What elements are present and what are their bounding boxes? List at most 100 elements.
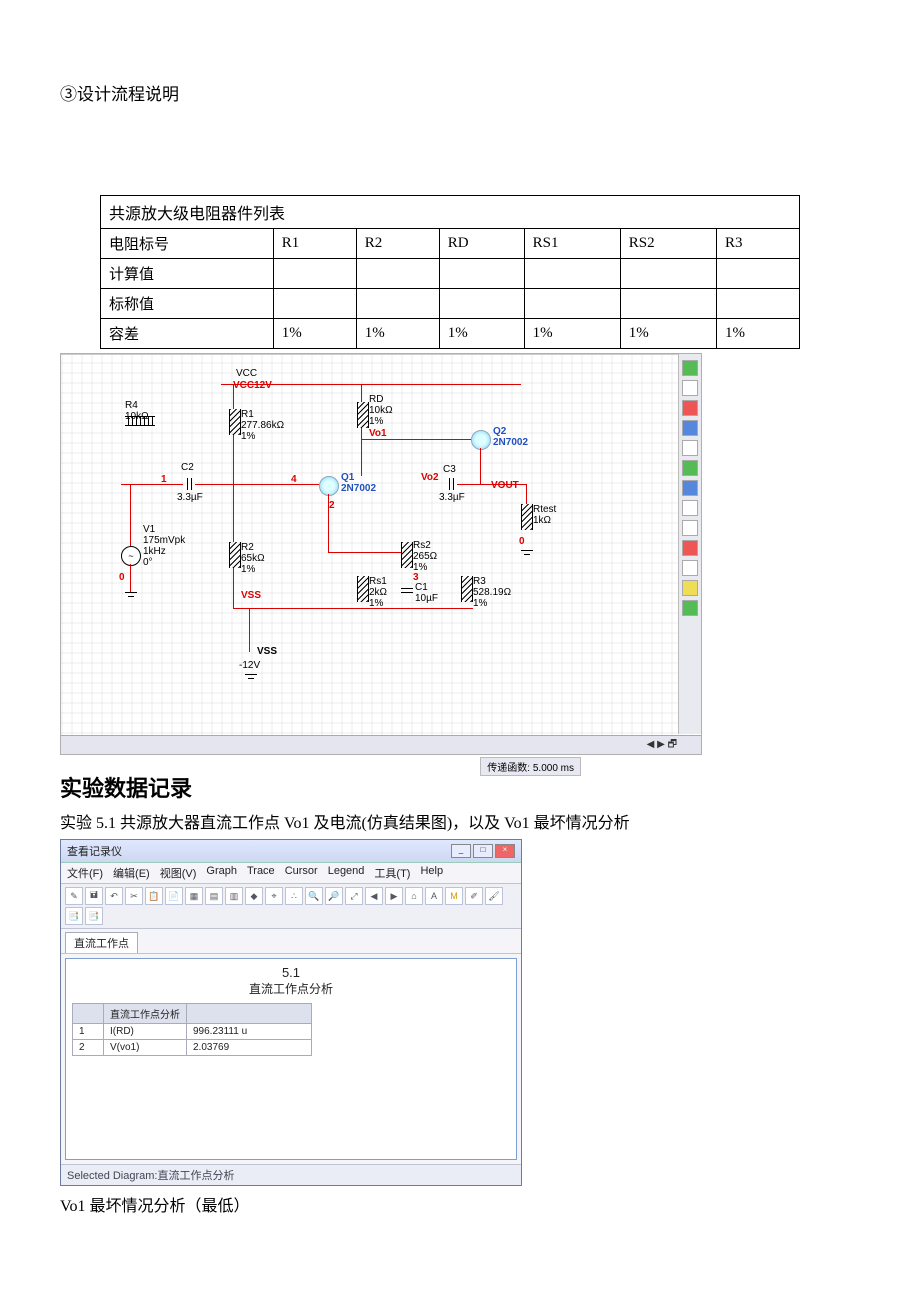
grapher-statusbar: Selected Diagram:直流工作点分析 <box>61 1164 521 1185</box>
grapher-toolbar[interactable]: ✎ 🖬 ↶ ✂ 📋 📄 ▦ ▤ ▥ ◆ ⌖ ∴ 🔍 🔎 ⤢ ◀ ▶ ⌂ A M … <box>61 884 521 929</box>
cap-c1 <box>401 584 413 596</box>
tool-zoomout-icon[interactable]: 🔎 <box>325 887 343 905</box>
label-c3v: 3.3µF <box>439 492 465 503</box>
resistor-table-title: 共源放大级电阻器件列表 <box>101 196 800 229</box>
net-vss-r2: VSS <box>241 590 261 601</box>
palette-item[interactable] <box>682 420 698 436</box>
menu-help[interactable]: Help <box>420 865 443 881</box>
maximize-button[interactable]: □ <box>473 844 493 858</box>
tool-paste-icon[interactable]: 📄 <box>165 887 183 905</box>
row-header-label: 电阻标号 <box>101 229 274 259</box>
tool-cut-icon[interactable]: ✂ <box>125 887 143 905</box>
plot-subtitle: 直流工作点分析 <box>66 980 516 997</box>
label-q1: Q1 2N7002 <box>341 472 376 494</box>
tool-undo-icon[interactable]: ↶ <box>105 887 123 905</box>
menu-view[interactable]: 视图(V) <box>160 865 197 881</box>
palette-item[interactable] <box>682 520 698 536</box>
tool-grid3-icon[interactable]: ▥ <box>225 887 243 905</box>
tool-copy-icon[interactable]: 📋 <box>145 887 163 905</box>
scroll-controls[interactable]: ◀ ▶ 🗗 <box>647 737 677 754</box>
close-button[interactable]: × <box>495 844 515 858</box>
tool-text-icon[interactable]: A <box>425 887 443 905</box>
tool-home-icon[interactable]: ⌂ <box>405 887 423 905</box>
palette-item[interactable] <box>682 580 698 596</box>
tool-scatter-icon[interactable]: ∴ <box>285 887 303 905</box>
tool-marker-icon[interactable]: ◆ <box>245 887 263 905</box>
result-table: 直流工作点分析 1 I(RD) 996.23111 u 2 V(vo1) 2.0… <box>72 1003 312 1056</box>
palette-item[interactable] <box>682 540 698 556</box>
palette-item[interactable] <box>682 380 698 396</box>
tool-grid2-icon[interactable]: ▤ <box>205 887 223 905</box>
label-v1: V1 175mVpk 1kHz 0° <box>143 524 185 568</box>
tool-doc1-icon[interactable]: 📑 <box>65 907 83 925</box>
tool-cursor-icon[interactable]: ⌖ <box>265 887 283 905</box>
tab-dc-op[interactable]: 直流工作点 <box>65 932 138 953</box>
tool-grid-icon[interactable]: ▦ <box>185 887 203 905</box>
tool-open-icon[interactable]: ✎ <box>65 887 83 905</box>
grapher-tabs[interactable]: 直流工作点 <box>61 929 521 954</box>
palette-item[interactable] <box>682 600 698 616</box>
palette-item[interactable] <box>682 460 698 476</box>
resistor-table: 共源放大级电阻器件列表 电阻标号 R1 R2 RD RS1 RS2 R3 计算值… <box>100 195 800 349</box>
net-vo1: Vo1 <box>369 428 387 439</box>
palette-item[interactable] <box>682 440 698 456</box>
label-rtest: Rtest 1kΩ <box>533 504 556 526</box>
resistor-rtest-sym <box>521 504 533 530</box>
mosfet-q1 <box>319 476 339 496</box>
label-rs2: Rs2 265Ω 1% <box>413 540 437 573</box>
resistor-r1-sym <box>229 409 241 435</box>
net-0b: 0 <box>519 536 525 547</box>
palette-item[interactable] <box>682 560 698 576</box>
menu-edit[interactable]: 编辑(E) <box>113 865 150 881</box>
cap-c3 <box>445 478 457 490</box>
component-palette[interactable] <box>678 354 701 734</box>
label-vss: VSS <box>257 646 277 657</box>
circuit-schematic[interactable]: VCC VCC12V R4 10kΩ R1 277.86kΩ 1% RD 10k… <box>60 353 702 755</box>
gnd-rtest <box>519 550 535 562</box>
col-r3: R3 <box>716 229 799 259</box>
grapher-window[interactable]: 查看记录仪 _ □ × 文件(F) 编辑(E) 视图(V) Graph Trac… <box>60 839 522 1186</box>
tool-save-icon[interactable]: 🖬 <box>85 887 103 905</box>
label-c2: C2 <box>181 462 194 473</box>
grapher-menubar[interactable]: 文件(F) 编辑(E) 视图(V) Graph Trace Cursor Leg… <box>61 863 521 884</box>
tool-pen-icon[interactable]: ✐ <box>465 887 483 905</box>
palette-item[interactable] <box>682 360 698 376</box>
tool-zoomfit-icon[interactable]: ⤢ <box>345 887 363 905</box>
grapher-titlebar[interactable]: 查看记录仪 _ □ × <box>61 840 521 863</box>
cap-c2 <box>183 478 195 490</box>
plot-area[interactable]: 5.1 直流工作点分析 直流工作点分析 1 I(RD) 996.23111 u … <box>65 958 517 1160</box>
menu-cursor[interactable]: Cursor <box>285 865 318 881</box>
palette-item[interactable] <box>682 500 698 516</box>
tool-doc2-icon[interactable]: 📑 <box>85 907 103 925</box>
palette-item[interactable] <box>682 480 698 496</box>
status-transfer: 传递函数: 5.000 ms <box>480 757 581 776</box>
table-row: 1 I(RD) 996.23111 u <box>73 1024 312 1040</box>
resistor-rs2-sym <box>401 542 413 568</box>
tool-zoomin-icon[interactable]: 🔍 <box>305 887 323 905</box>
menu-graph[interactable]: Graph <box>206 865 237 881</box>
menu-file[interactable]: 文件(F) <box>67 865 103 881</box>
col-r1: R1 <box>273 229 356 259</box>
net-vout: VOUT <box>491 480 519 491</box>
label-r2: R2 65kΩ 1% <box>241 542 265 575</box>
label-vcc: VCC <box>236 368 257 379</box>
menu-trace[interactable]: Trace <box>247 865 275 881</box>
col-rs2: RS2 <box>620 229 716 259</box>
tool-right-icon[interactable]: ▶ <box>385 887 403 905</box>
resistor-r3-sym <box>461 576 473 602</box>
label-c2v: 3.3µF <box>177 492 203 503</box>
tool-left-icon[interactable]: ◀ <box>365 887 383 905</box>
minimize-button[interactable]: _ <box>451 844 471 858</box>
palette-item[interactable] <box>682 400 698 416</box>
tool-brush-icon[interactable]: 🖌 <box>485 887 503 905</box>
schematic-statusbar: ◀ ▶ 🗗 <box>61 735 701 754</box>
col-rd: RD <box>439 229 524 259</box>
plot-title: 5.1 <box>66 959 516 980</box>
label-rd: RD 10kΩ 1% <box>369 394 393 427</box>
label-c1: C1 10µF <box>415 582 438 604</box>
row-calc: 计算值 <box>101 259 274 289</box>
tool-hl-icon[interactable]: M <box>445 887 463 905</box>
menu-legend[interactable]: Legend <box>328 865 365 881</box>
menu-tools[interactable]: 工具(T) <box>374 865 410 881</box>
mosfet-q2 <box>471 430 491 450</box>
